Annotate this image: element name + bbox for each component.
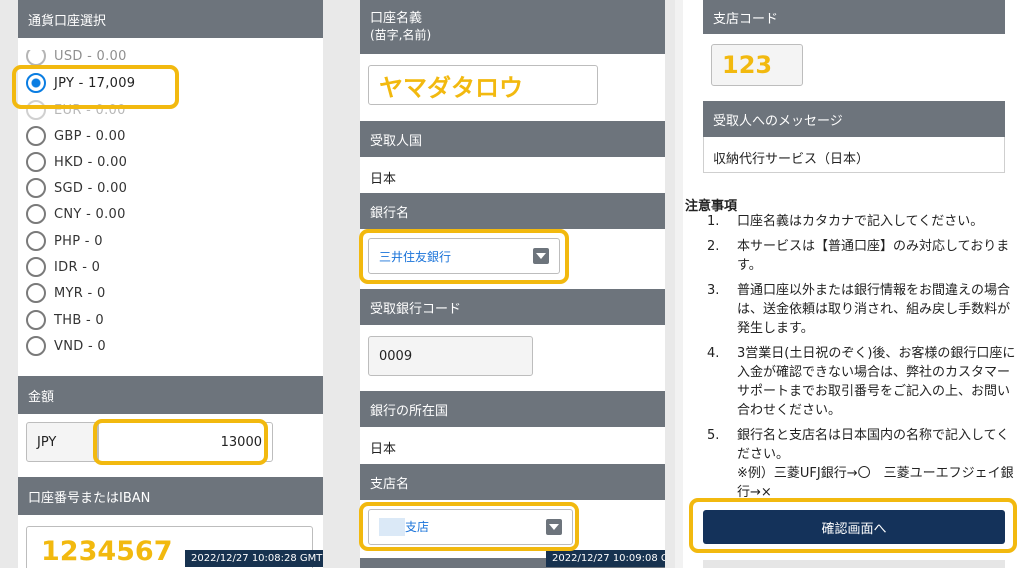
gutter-1 xyxy=(323,0,360,568)
bank-country-title: 銀行の所在国 xyxy=(370,403,449,419)
branch-code-input[interactable]: 123 xyxy=(711,44,803,86)
amount-section-title: 金額 xyxy=(28,389,55,405)
currency-radio-option[interactable]: CNY - 0.00 xyxy=(26,204,126,224)
message-title: 受取人へのメッセージ xyxy=(713,113,843,129)
message-header: 受取人へのメッセージ xyxy=(703,101,1005,137)
note-text: 銀行名と支店名は日本国内の名称で記入してください。 ※例）三菱UFJ銀行→〇 三… xyxy=(737,428,1014,500)
notes-list: 1. 口座名義はカタカナで記入してください。 2. 本サービスは【普通口座】のみ対応し… xyxy=(707,212,1017,508)
branch-code-value: 123 xyxy=(722,51,773,79)
timestamp-overlay: 2022/12/27 10:08:28 GMT +9 xyxy=(185,550,323,567)
bank-country-value: 日本 xyxy=(370,442,397,457)
currency-radio-label: VND - 0 xyxy=(54,338,106,354)
currency-radio-option[interactable]: HKD - 0.00 xyxy=(26,152,127,172)
bank-name-header: 銀行名 xyxy=(360,193,665,229)
radio-unchecked-icon[interactable] xyxy=(26,126,46,146)
branch-code-title: 支店コード xyxy=(713,11,779,27)
note-number: 5. xyxy=(707,428,720,443)
currency-radio-option[interactable]: SGD - 0.00 xyxy=(26,178,127,198)
note-number: 1. xyxy=(707,214,720,229)
currency-radio-label: SGD - 0.00 xyxy=(54,180,128,196)
note-item: 2. 本サービスは【普通口座】のみ対応しております。 xyxy=(707,237,1017,275)
panel-recipient-bank: 口座名義 (苗字,名前) ヤマダタロウ 受取人国 日本 銀行名 三井住友銀行 受… xyxy=(360,0,665,568)
account-name-subtitle: (苗字,名前) xyxy=(370,28,432,42)
panel-bottom-band xyxy=(703,560,1005,568)
note-text: 口座名義はカタカナで記入してください。 xyxy=(737,214,984,229)
branch-name-title: 支店名 xyxy=(370,476,410,492)
account-section-title: 口座番号またはIBAN xyxy=(28,490,151,506)
radio-unchecked-icon[interactable] xyxy=(26,257,46,277)
amount-currency-field[interactable]: JPY xyxy=(26,422,98,462)
highlight-amount-input xyxy=(93,419,268,465)
currency-radio-label: THB - 0 xyxy=(54,312,104,328)
panel-branch-notes: 支店コード 123 受取人へのメッセージ 収納代行サービス（日本） 注意事項 1… xyxy=(683,0,1024,568)
account-name-value: ヤマダタロウ xyxy=(379,73,523,102)
message-box-border xyxy=(703,137,1005,173)
timestamp-text: 2022/12/27 10:09:08 GMT +9 xyxy=(552,553,665,564)
highlight-branch-name xyxy=(359,502,579,551)
radio-unchecked-icon[interactable] xyxy=(26,336,46,356)
note-text: 本サービスは【普通口座】のみ対応しております。 xyxy=(737,239,1010,273)
timestamp-text: 2022/12/27 10:08:28 GMT +9 xyxy=(191,553,323,564)
radio-unchecked-icon[interactable] xyxy=(26,231,46,251)
highlight-bank-name xyxy=(359,229,569,284)
recipient-country-value: 日本 xyxy=(370,172,397,187)
recipient-country-header: 受取人国 xyxy=(360,121,665,157)
timestamp-overlay: 2022/12/27 10:09:08 GMT +9 xyxy=(546,550,665,567)
scroll-fade-mask xyxy=(18,38,323,50)
bank-code-title: 受取銀行コード xyxy=(370,301,462,317)
account-name-title: 口座名義 xyxy=(370,11,423,26)
gutter-2a xyxy=(665,0,675,568)
note-item: 4. 3営業日(土日祝のぞく)後、お客様の銀行口座に入金が確認できない場合は、弊社… xyxy=(707,344,1017,420)
amount-currency-value: JPY xyxy=(37,434,57,450)
account-section-header: 口座番号またはIBAN xyxy=(18,477,323,515)
radio-unchecked-icon[interactable] xyxy=(26,178,46,198)
bank-name-title: 銀行名 xyxy=(370,205,410,221)
account-name-section-header: 口座名義 (苗字,名前) xyxy=(360,0,665,54)
gutter-2b xyxy=(675,0,683,568)
currency-radio-option[interactable]: IDR - 0 xyxy=(26,257,100,277)
highlight-jpy-radio xyxy=(12,65,179,109)
branch-code-header: 支店コード xyxy=(703,0,1005,34)
radio-unchecked-icon[interactable] xyxy=(26,283,46,303)
bank-code-value: 0009 xyxy=(379,348,413,364)
note-item: 1. 口座名義はカタカナで記入してください。 xyxy=(707,212,1017,231)
currency-radio-option[interactable]: PHP - 0 xyxy=(26,231,103,251)
currency-radio-label: CNY - 0.00 xyxy=(54,206,126,222)
note-item: 3. 普通口座以外または銀行情報をお間違えの場合は、送金依頼は取り消され、組み戻し… xyxy=(707,281,1017,338)
note-number: 2. xyxy=(707,239,720,254)
currency-radio-label: PHP - 0 xyxy=(54,233,103,249)
currency-section-header: 通貨口座選択 xyxy=(18,0,323,38)
currency-section-title: 通貨口座選択 xyxy=(28,13,107,29)
note-text: 普通口座以外または銀行情報をお間違えの場合は、送金依頼は取り消され、組み戻し手数… xyxy=(737,283,1011,336)
note-number: 4. xyxy=(707,346,720,361)
account-name-input[interactable]: ヤマダタロウ xyxy=(368,65,598,105)
radio-unchecked-icon[interactable] xyxy=(26,310,46,330)
radio-unchecked-icon[interactable] xyxy=(26,152,46,172)
note-item: 5. 銀行名と支店名は日本国内の名称で記入してください。 ※例）三菱UFJ銀行→〇… xyxy=(707,426,1017,502)
recipient-country-title: 受取人国 xyxy=(370,133,423,149)
bank-code-header: 受取銀行コード xyxy=(360,289,665,325)
currency-radio-label: IDR - 0 xyxy=(54,259,101,275)
amount-section-header: 金額 xyxy=(18,376,323,414)
currency-radio-option[interactable]: MYR - 0 xyxy=(26,283,106,303)
radio-unchecked-icon[interactable] xyxy=(26,204,46,224)
currency-radio-label: MYR - 0 xyxy=(54,285,106,301)
currency-radio-option[interactable]: THB - 0 xyxy=(26,310,104,330)
currency-radio-label: USD - 0.00 xyxy=(54,48,127,64)
highlight-confirm-button xyxy=(689,498,1017,553)
currency-radio-option[interactable]: VND - 0 xyxy=(26,336,106,356)
bank-country-header: 銀行の所在国 xyxy=(360,391,665,427)
account-number-value: 1234567 xyxy=(41,535,173,567)
currency-radio-option[interactable]: GBP - 0.00 xyxy=(26,126,126,146)
branch-name-header: 支店名 xyxy=(360,464,665,500)
bank-code-input[interactable]: 0009 xyxy=(368,336,533,376)
currency-radio-label: GBP - 0.00 xyxy=(54,128,126,144)
currency-radio-label: HKD - 0.00 xyxy=(54,154,128,170)
note-text: 3営業日(土日祝のぞく)後、お客様の銀行口座に入金が確認できない場合は、弊社のカ… xyxy=(737,346,1016,418)
note-number: 3. xyxy=(707,283,720,298)
